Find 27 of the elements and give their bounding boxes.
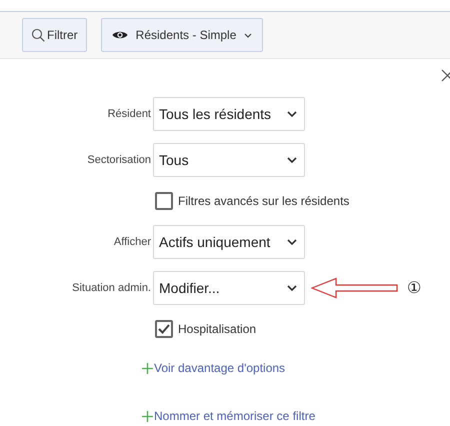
- select-field[interactable]: Tous: [153, 143, 305, 177]
- checkbox-label: Filtres avancés sur les résidents: [178, 193, 350, 210]
- plus-icon: [142, 362, 153, 374]
- field-label: Résident: [106, 107, 152, 122]
- chevron-down-icon: [244, 32, 252, 38]
- chevron-down-icon: [287, 111, 297, 117]
- field-label: Sectorisation: [86, 153, 152, 168]
- chevron-down-icon: [287, 285, 297, 291]
- add-link[interactable]: Voir davantage d'options: [142, 361, 450, 375]
- check-icon: [158, 324, 170, 334]
- add-link[interactable]: Nommer et mémoriser ce filtre: [142, 409, 450, 423]
- eye-icon: [112, 30, 128, 40]
- select-field[interactable]: Actifs uniquement: [153, 225, 305, 259]
- field-label: Situation admin.: [71, 281, 152, 296]
- filter-button[interactable]: Filtrer: [22, 18, 87, 52]
- view-dropdown[interactable]: Résidents - Simple: [100, 18, 264, 52]
- checkbox-label: Hospitalisation: [178, 321, 256, 338]
- plus-icon: [142, 410, 153, 422]
- select-field[interactable]: Tous les résidents: [153, 97, 305, 131]
- search-icon: [31, 28, 45, 42]
- chevron-down-icon: [287, 239, 297, 245]
- checkbox[interactable]: [155, 320, 173, 338]
- chevron-down-icon: [287, 157, 297, 163]
- callout-number: ①: [407, 277, 421, 299]
- field-label: Afficher: [112, 235, 152, 250]
- checkbox[interactable]: [155, 192, 173, 210]
- select-field[interactable]: Modifier...: [153, 271, 305, 305]
